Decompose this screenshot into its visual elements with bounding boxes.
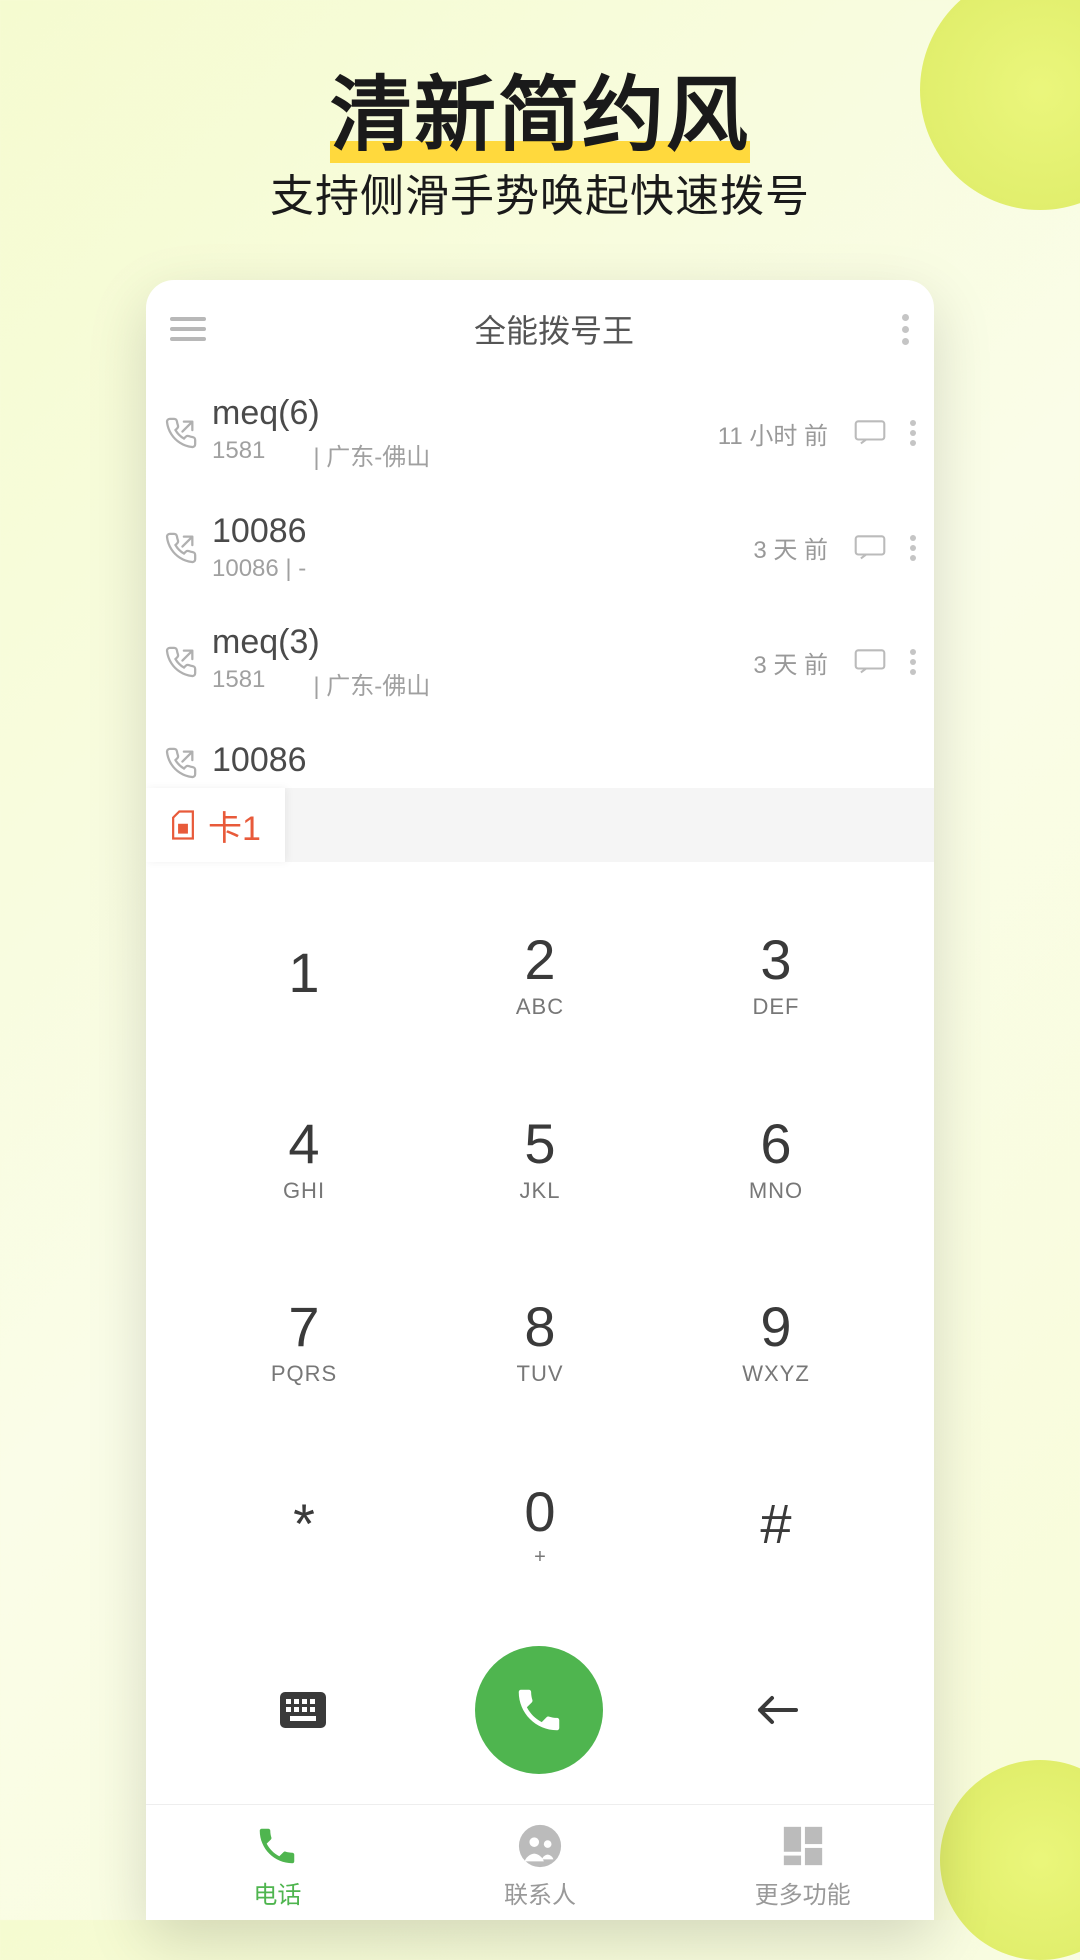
call-name: meq(3) <box>212 623 739 662</box>
app-title: 全能拨号王 <box>474 306 634 352</box>
dialpad-key-5[interactable]: 5JKL <box>422 1066 658 1250</box>
message-icon[interactable] <box>854 649 886 675</box>
nav-label: 电话 <box>253 1875 301 1910</box>
call-name: 10086 <box>212 741 916 780</box>
nav-label: 更多功能 <box>755 1875 851 1910</box>
dialpad-key-8[interactable]: 8TUV <box>422 1249 658 1433</box>
row-overflow-icon[interactable] <box>910 535 916 561</box>
call-button[interactable] <box>475 1646 603 1774</box>
dialpad-key-6[interactable]: 6MNO <box>658 1066 894 1250</box>
promo-subtitle: 支持侧滑手势唤起快速拨号 <box>270 160 810 224</box>
nav-tab-phone[interactable]: 电话 <box>146 1823 409 1910</box>
row-overflow-icon[interactable] <box>910 649 916 675</box>
phone-frame: 全能拨号王 meq(6) 1581 | 广东-佛山 11 小时 前 10086 1… <box>146 280 934 1920</box>
call-location: | 广东-佛山 <box>313 666 430 701</box>
keyboard-icon[interactable] <box>280 1692 326 1728</box>
call-name: meq(6) <box>212 394 704 433</box>
dialpad-key-4[interactable]: 4GHI <box>186 1066 422 1250</box>
outgoing-call-icon <box>164 746 198 780</box>
sim-selector-bar: 卡1 <box>146 788 934 862</box>
backspace-icon[interactable] <box>752 1690 800 1730</box>
background-decoration-1 <box>920 0 1080 210</box>
background-decoration-2 <box>940 1760 1080 1960</box>
call-number: 10086 | - <box>212 555 306 583</box>
dialpad: 1 2ABC 3DEF 4GHI 5JKL 6MNO 7PQRS 8TUV 9W… <box>146 862 934 1626</box>
nav-tab-contacts[interactable]: 联系人 <box>409 1823 672 1910</box>
call-time: 11 小时 前 <box>718 416 828 451</box>
more-tab-icon <box>780 1823 826 1869</box>
call-time: 3 天 前 <box>753 530 828 565</box>
promo-title: 清新简约风 <box>330 48 750 167</box>
contacts-tab-icon <box>517 1823 563 1869</box>
call-number: 1581 <box>212 666 265 701</box>
outgoing-call-icon <box>164 645 198 679</box>
dialpad-key-0[interactable]: 0+ <box>422 1433 658 1617</box>
call-number: 1581 <box>212 437 265 472</box>
call-location: | 广东-佛山 <box>313 437 430 472</box>
sim-label: 卡1 <box>208 801 261 850</box>
nav-tab-more[interactable]: 更多功能 <box>671 1823 934 1910</box>
message-icon[interactable] <box>854 420 886 446</box>
call-log-row[interactable]: 10086 <box>146 721 934 788</box>
overflow-menu-icon[interactable] <box>902 314 910 345</box>
menu-icon[interactable] <box>170 317 206 341</box>
outgoing-call-icon <box>164 416 198 450</box>
call-log-list: meq(6) 1581 | 广东-佛山 11 小时 前 10086 10086 |… <box>146 374 934 788</box>
call-log-row[interactable]: meq(6) 1581 | 广东-佛山 11 小时 前 <box>146 374 934 492</box>
nav-label: 联系人 <box>504 1875 576 1910</box>
call-log-row[interactable]: 10086 10086 | - 3 天 前 <box>146 492 934 603</box>
call-time: 3 天 前 <box>753 645 828 680</box>
dialpad-key-1[interactable]: 1 <box>186 882 422 1066</box>
dialpad-key-hash[interactable]: # <box>658 1433 894 1617</box>
outgoing-call-icon <box>164 531 198 565</box>
call-log-row[interactable]: meq(3) 1581 | 广东-佛山 3 天 前 <box>146 603 934 721</box>
phone-tab-icon <box>254 1823 300 1869</box>
sim-card-tab[interactable]: 卡1 <box>146 788 285 862</box>
dialpad-key-star[interactable]: * <box>186 1433 422 1617</box>
bottom-nav: 电话 联系人 更多功能 <box>146 1804 934 1920</box>
dialpad-key-2[interactable]: 2ABC <box>422 882 658 1066</box>
dialpad-key-9[interactable]: 9WXYZ <box>658 1249 894 1433</box>
sim-card-icon <box>170 809 196 841</box>
topbar: 全能拨号王 <box>146 280 934 374</box>
phone-icon <box>512 1683 566 1737</box>
dialpad-key-3[interactable]: 3DEF <box>658 882 894 1066</box>
message-icon[interactable] <box>854 535 886 561</box>
dialpad-action-row <box>146 1626 934 1804</box>
row-overflow-icon[interactable] <box>910 420 916 446</box>
dialpad-key-7[interactable]: 7PQRS <box>186 1249 422 1433</box>
call-name: 10086 <box>212 512 739 551</box>
